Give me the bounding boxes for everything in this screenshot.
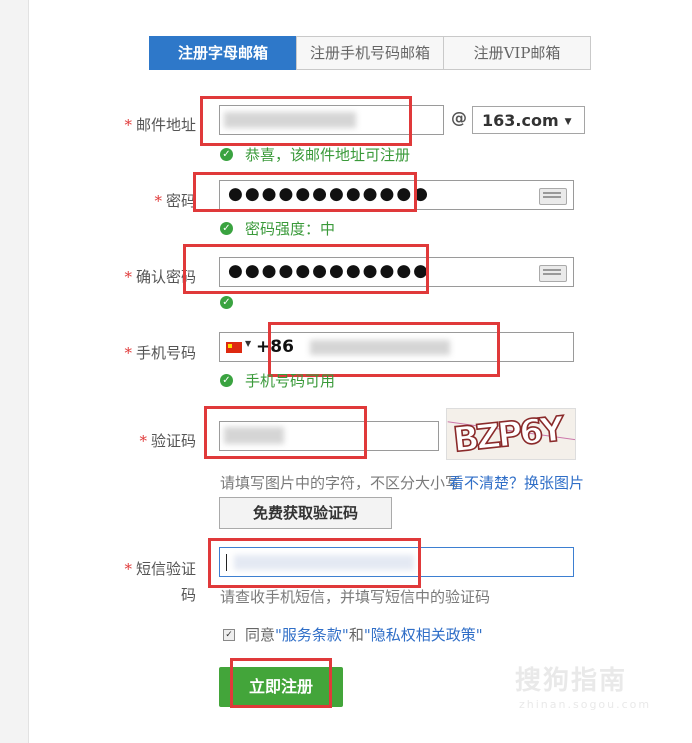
refresh-captcha-link[interactable]: 看不清楚？换张图片 <box>449 472 584 493</box>
password-hint: ✓ 密码强度：中 <box>220 218 335 239</box>
at-sign: @ <box>451 108 467 127</box>
check-icon: ✓ <box>220 148 233 161</box>
left-page-margin <box>0 0 29 743</box>
phone-label: * 手机号码 <box>124 342 196 363</box>
check-icon: ✓ <box>220 222 233 235</box>
terms-link[interactable]: "服务条款" <box>275 626 349 644</box>
agree-checkbox[interactable]: ✓ <box>223 629 235 641</box>
agree-and: 和 <box>348 626 364 644</box>
email-label-text: 邮件地址 <box>135 116 196 134</box>
get-free-code-button[interactable]: 免费获取验证码 <box>219 497 392 529</box>
email-domain-select[interactable]: 163.com ▼ <box>472 106 585 134</box>
tab-vip-email[interactable]: 注册VIP邮箱 <box>443 36 591 70</box>
sms-label: * 短信验证 码 <box>124 556 196 608</box>
tab-letter-email[interactable]: 注册字母邮箱 <box>149 36 297 70</box>
required-mark: * <box>124 560 132 578</box>
check-icon: ✓ <box>220 374 233 387</box>
captcha-label-text: 验证码 <box>150 432 196 450</box>
password-label-text: 密码 <box>165 192 196 210</box>
sms-note: 请查收手机短信，并填写短信中的验证码 <box>220 588 491 606</box>
watermark-sub: zhinan.sogou.com <box>519 698 652 711</box>
email-hint-text: 恭喜，该邮件地址可注册 <box>245 146 411 164</box>
annotation-box-password <box>193 172 417 212</box>
required-mark: * <box>124 116 132 134</box>
email-label: * 邮件地址 <box>124 114 196 135</box>
sogou-watermark: 搜狗指南 zhinan.sogou.com <box>515 660 649 711</box>
privacy-link[interactable]: "隐私权相关政策" <box>364 626 483 644</box>
annotation-box-captcha <box>204 406 367 459</box>
captcha-image[interactable]: BZP6Y <box>446 408 576 460</box>
watermark-main: 搜狗指南 <box>515 666 628 696</box>
email-domain-value: 163.com <box>482 111 559 130</box>
captcha-note: 请填写图片中的字符，不区分大小写 <box>220 474 461 492</box>
chevron-down-icon: ▼ <box>564 117 572 127</box>
annotation-box-phone <box>268 322 500 377</box>
annotation-box-sms <box>208 538 421 588</box>
tab-phone-email[interactable]: 注册手机号码邮箱 <box>296 36 444 70</box>
keyboard-icon[interactable] <box>539 265 567 282</box>
annotation-box-register <box>230 658 332 708</box>
china-flag-icon[interactable] <box>226 342 242 353</box>
email-hint: ✓ 恭喜，该邮件地址可注册 <box>220 144 410 165</box>
annotation-box-email <box>200 96 412 146</box>
agreement-text: 同意"服务条款"和"隐私权相关政策" <box>245 624 483 645</box>
phone-hint: ✓ 手机号码可用 <box>220 370 335 391</box>
phone-hint-text: 手机号码可用 <box>245 372 336 390</box>
phone-label-text: 手机号码 <box>135 344 196 362</box>
password-label: * 密码 <box>154 190 196 211</box>
agree-prefix: 同意 <box>245 626 276 644</box>
captcha-image-text: BZP6Y <box>450 409 564 460</box>
required-mark: * <box>154 192 162 210</box>
chevron-down-icon[interactable]: ▼ <box>245 339 251 348</box>
password-hint-text: 密码强度：中 <box>245 220 336 238</box>
check-icon: ✓ <box>220 296 233 309</box>
sms-label-line2: 码 <box>180 586 196 604</box>
registration-tabs: 注册字母邮箱 注册手机号码邮箱 注册VIP邮箱 <box>149 36 591 70</box>
required-mark: * <box>124 268 132 286</box>
required-mark: * <box>124 344 132 362</box>
keyboard-icon[interactable] <box>539 188 567 205</box>
captcha-label: * 验证码 <box>139 430 196 451</box>
required-mark: * <box>139 432 147 450</box>
sms-label-line1: 短信验证 <box>135 560 196 578</box>
annotation-box-confirm-password <box>183 244 429 294</box>
